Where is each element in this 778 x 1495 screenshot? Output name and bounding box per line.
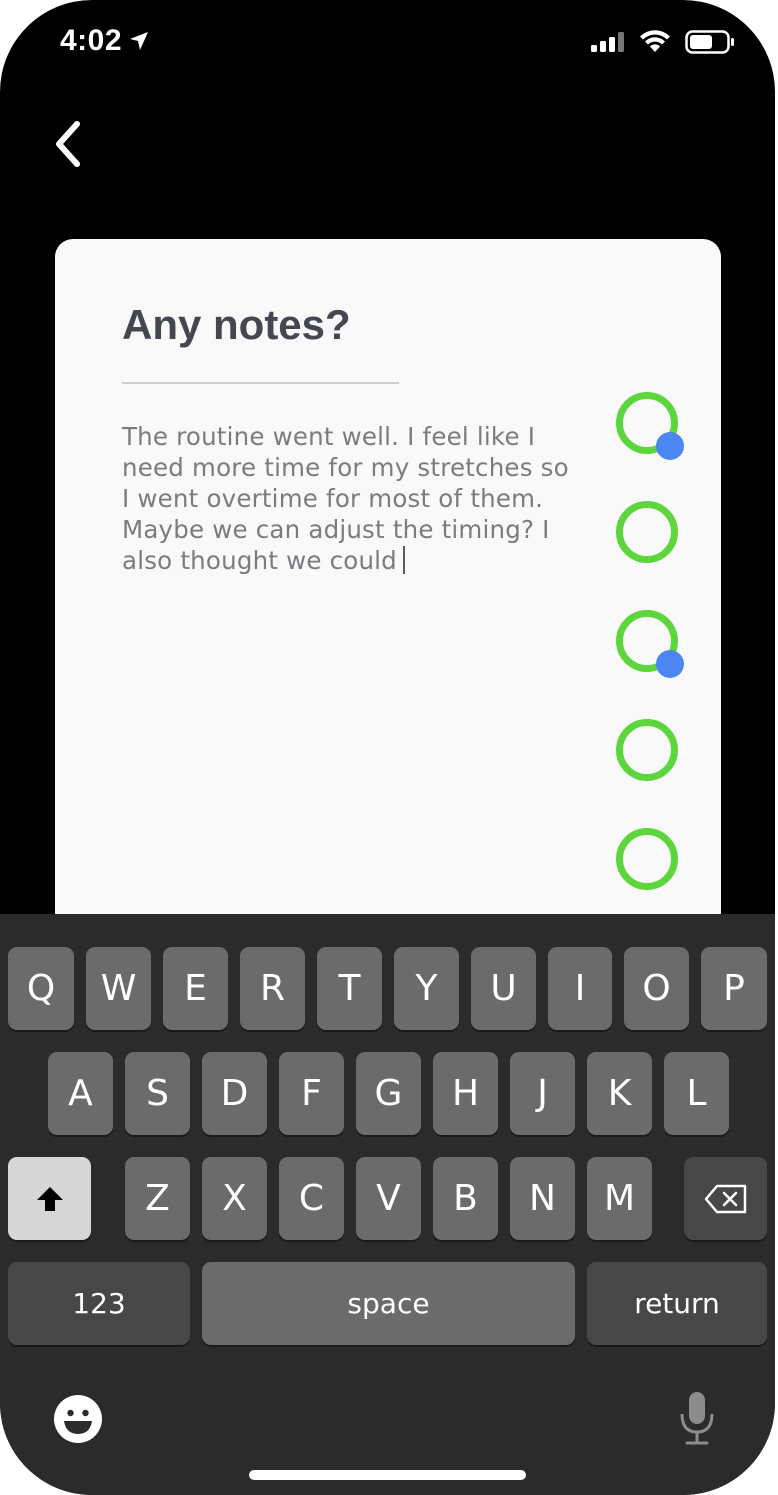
shift-key[interactable] bbox=[8, 1157, 91, 1240]
key-w[interactable]: W bbox=[86, 947, 151, 1030]
space-key[interactable]: space bbox=[202, 1262, 575, 1345]
ring-badge-dot bbox=[656, 650, 684, 678]
key-r[interactable]: R bbox=[240, 947, 305, 1030]
shift-arrow-icon bbox=[36, 1186, 63, 1211]
status-icons bbox=[591, 30, 735, 54]
key-d[interactable]: D bbox=[202, 1052, 267, 1135]
key-k[interactable]: K bbox=[587, 1052, 652, 1135]
key-i[interactable]: I bbox=[548, 947, 612, 1030]
text-caret bbox=[402, 546, 405, 574]
key-a[interactable]: A bbox=[48, 1052, 113, 1135]
cellular-signal-icon bbox=[591, 32, 624, 52]
backspace-icon bbox=[704, 1184, 746, 1213]
emoji-icon bbox=[54, 1395, 102, 1443]
ring-badge-dot bbox=[656, 432, 684, 460]
key-l[interactable]: L bbox=[664, 1052, 729, 1135]
key-g[interactable]: G bbox=[356, 1052, 421, 1135]
chevron-left-icon bbox=[56, 121, 80, 167]
home-indicator[interactable] bbox=[249, 1470, 526, 1480]
key-e[interactable]: E bbox=[163, 947, 228, 1030]
progress-ring-2[interactable] bbox=[616, 501, 678, 563]
key-j[interactable]: J bbox=[510, 1052, 575, 1135]
status-time-text: 4:02 bbox=[60, 24, 123, 57]
notes-text: The routine went well. I feel like I nee… bbox=[122, 422, 569, 575]
location-arrow-icon bbox=[130, 32, 149, 50]
key-p[interactable]: P bbox=[701, 947, 767, 1030]
microphone-button[interactable] bbox=[677, 1390, 717, 1446]
key-b[interactable]: B bbox=[433, 1157, 498, 1240]
progress-ring-1[interactable] bbox=[616, 392, 684, 460]
key-x[interactable]: X bbox=[202, 1157, 267, 1240]
key-q[interactable]: Q bbox=[8, 947, 74, 1030]
notes-text-area[interactable]: The routine went well. I feel like I nee… bbox=[122, 421, 572, 576]
key-f[interactable]: F bbox=[279, 1052, 344, 1135]
key-z[interactable]: Z bbox=[125, 1157, 190, 1240]
key-t[interactable]: T bbox=[317, 947, 382, 1030]
wifi-icon bbox=[640, 30, 670, 52]
battery-icon bbox=[685, 30, 734, 54]
back-button[interactable] bbox=[40, 112, 96, 176]
key-c[interactable]: C bbox=[279, 1157, 344, 1240]
key-v[interactable]: V bbox=[356, 1157, 421, 1240]
phone-screen: 4:02 Any notes? The routine went well. I… bbox=[0, 0, 775, 1495]
progress-ring-3[interactable] bbox=[616, 610, 684, 678]
notes-card: Any notes? The routine went well. I feel… bbox=[55, 239, 721, 959]
key-y[interactable]: Y bbox=[394, 947, 459, 1030]
backspace-key[interactable] bbox=[684, 1157, 767, 1240]
numbers-key[interactable]: 123 bbox=[8, 1262, 190, 1345]
key-u[interactable]: U bbox=[471, 947, 536, 1030]
microphone-icon bbox=[680, 1392, 714, 1445]
progress-ring-4[interactable] bbox=[616, 719, 678, 781]
return-key[interactable]: return bbox=[587, 1262, 767, 1345]
key-o[interactable]: O bbox=[624, 947, 689, 1030]
emoji-button[interactable] bbox=[53, 1394, 103, 1444]
status-time: 4:02 bbox=[60, 24, 150, 58]
card-title: Any notes? bbox=[122, 301, 351, 348]
key-m[interactable]: M bbox=[587, 1157, 652, 1240]
key-n[interactable]: N bbox=[510, 1157, 575, 1240]
key-h[interactable]: H bbox=[433, 1052, 498, 1135]
title-divider bbox=[122, 382, 399, 384]
progress-ring-5[interactable] bbox=[616, 828, 678, 890]
key-s[interactable]: S bbox=[125, 1052, 190, 1135]
